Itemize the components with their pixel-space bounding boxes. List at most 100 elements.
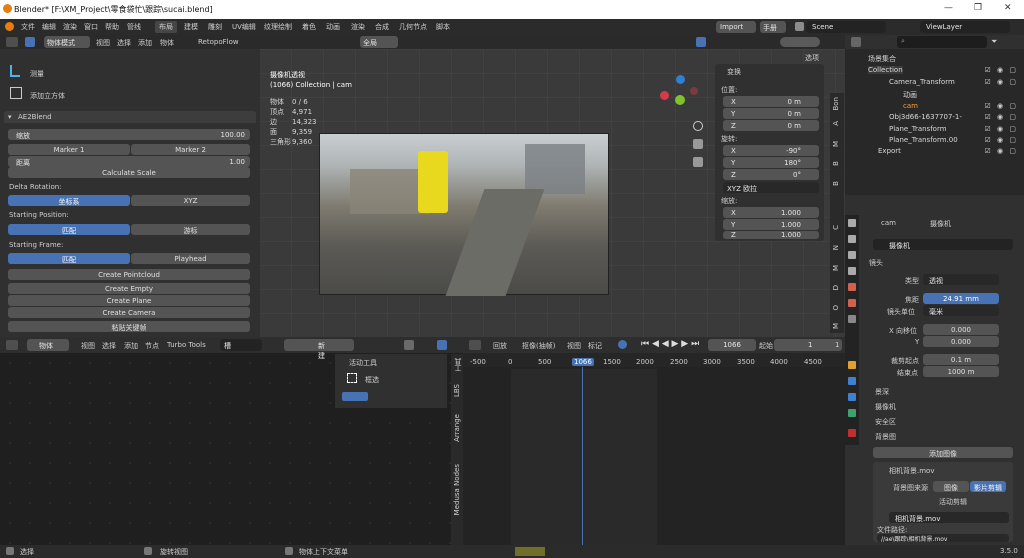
node-tab-tool[interactable]: 工具 bbox=[453, 358, 463, 372]
object-tab-icon[interactable] bbox=[848, 361, 856, 369]
shading-modes[interactable] bbox=[780, 37, 820, 47]
clip-name-field[interactable]: 相机背景.mov bbox=[889, 512, 1009, 523]
background-images-header[interactable]: 背景图 bbox=[875, 432, 896, 442]
add-cube-icon[interactable] bbox=[10, 87, 22, 99]
side-tab-bon[interactable]: Bon bbox=[832, 97, 840, 111]
add-image-button[interactable]: 添加图像 bbox=[873, 447, 1013, 458]
new-material-button[interactable]: 新建 bbox=[284, 339, 354, 360]
modifier-tab-icon[interactable] bbox=[848, 377, 856, 385]
visibility-icons[interactable]: ☑ ◉ ▢ bbox=[985, 66, 1018, 74]
menu-render[interactable]: 渲染 bbox=[63, 22, 77, 32]
source-image-button[interactable]: 图像 bbox=[933, 481, 969, 492]
texture-tab-icon[interactable] bbox=[848, 429, 856, 437]
menu-file[interactable]: 文件 bbox=[21, 22, 35, 32]
close-icon[interactable]: ✕ bbox=[1004, 3, 1012, 13]
outliner-scene-collection[interactable]: 场景集合 bbox=[868, 54, 896, 64]
node-type-select[interactable]: 物体 bbox=[27, 339, 69, 351]
box-select-icon[interactable] bbox=[347, 373, 357, 383]
tool-tab-icon[interactable] bbox=[848, 219, 856, 227]
end-frame-field[interactable]: 1 bbox=[835, 341, 839, 349]
location-z-field[interactable]: Z0 m bbox=[723, 120, 819, 131]
side-tab-b1[interactable]: B bbox=[832, 161, 840, 166]
visibility-icons[interactable]: ☑ ◉ ▢ bbox=[985, 113, 1018, 121]
node-editor[interactable]: 物体 视图 选择 添加 节点 Turbo Tools 槽 新建 活动工具 框选 … bbox=[0, 337, 463, 545]
physics-tab-icon[interactable] bbox=[848, 393, 856, 401]
playback-controls[interactable]: ⏮ ◀ ◀ ▶ ▶ ⏭ bbox=[641, 339, 699, 349]
slot-select[interactable]: 槽 bbox=[220, 339, 262, 351]
safe-areas-header[interactable]: 安全区 bbox=[875, 417, 896, 427]
menu-pipeline[interactable]: 管线 bbox=[127, 22, 141, 32]
node-menu-view[interactable]: 视图 bbox=[81, 341, 95, 351]
view-layer-tab-icon[interactable] bbox=[848, 267, 856, 275]
clip-end-field[interactable]: 1000 m bbox=[923, 366, 999, 377]
zoom-icon[interactable] bbox=[693, 121, 703, 131]
node-menu-select[interactable]: 选择 bbox=[102, 341, 116, 351]
transform-orientation[interactable]: 全局 bbox=[360, 36, 398, 48]
distance-field[interactable]: 距离 1.00 bbox=[8, 156, 250, 167]
menu-view[interactable]: 视图 bbox=[96, 38, 110, 48]
camera-view-icon[interactable] bbox=[693, 157, 703, 167]
marker2-button[interactable]: Marker 2 bbox=[131, 144, 250, 155]
node-editor-type-icon[interactable] bbox=[6, 340, 18, 350]
paste-keyframes-button[interactable]: 粘贴关键帧 bbox=[8, 321, 250, 332]
node-overlay-icon[interactable] bbox=[437, 340, 447, 350]
visibility-icons[interactable]: ☑ ◉ ▢ bbox=[985, 136, 1018, 144]
outliner-camera-transform[interactable]: Camera_Transform bbox=[889, 78, 955, 86]
editor-type-icon[interactable] bbox=[6, 37, 18, 47]
start-frame-field[interactable]: 1 bbox=[774, 339, 842, 351]
pan-hand-icon[interactable] bbox=[693, 139, 703, 149]
tab-sculpt[interactable]: 雕刻 bbox=[208, 22, 222, 32]
active-clip-toggle[interactable]: 活动剪辑 bbox=[939, 497, 967, 507]
camera-panel-header[interactable]: 摄像机 bbox=[875, 402, 896, 412]
timeline-editor-icon[interactable] bbox=[469, 340, 481, 350]
marker1-button[interactable]: Marker 1 bbox=[8, 144, 130, 155]
rotation-mode-select[interactable]: XYZ 欧拉 bbox=[723, 182, 819, 193]
delta-rotation-xyz-button[interactable]: XYZ bbox=[131, 195, 250, 206]
manual-button[interactable]: 手册 bbox=[760, 21, 786, 33]
outliner-editor-icon[interactable] bbox=[851, 37, 861, 47]
tl-menu-playback[interactable]: 回放 bbox=[493, 341, 507, 351]
dof-panel-header[interactable]: 景深 bbox=[875, 387, 889, 397]
start-pos-match-button[interactable]: 匹配 bbox=[8, 224, 130, 235]
navigation-gizmo[interactable] bbox=[660, 75, 700, 115]
side-tab-c[interactable]: C bbox=[832, 225, 840, 230]
tab-animation[interactable]: 动画 bbox=[326, 22, 340, 32]
node-menu-add[interactable]: 添加 bbox=[124, 341, 138, 351]
visibility-icons[interactable]: ☑ ◉ ▢ bbox=[985, 78, 1018, 86]
menu-add[interactable]: 添加 bbox=[138, 38, 152, 48]
filter-icon[interactable]: ⏷ bbox=[991, 37, 997, 47]
tab-uv[interactable]: UV编辑 bbox=[232, 22, 256, 32]
render-tab-icon[interactable] bbox=[848, 235, 856, 243]
visibility-icons[interactable]: ☑ ◉ ▢ bbox=[985, 102, 1018, 110]
collection-tab-icon[interactable] bbox=[848, 315, 856, 323]
tab-scripting[interactable]: 脚本 bbox=[436, 22, 450, 32]
visibility-icons[interactable]: ☑ ◉ ▢ bbox=[985, 125, 1018, 133]
tab-layout[interactable]: 布局 bbox=[155, 21, 177, 33]
outliner-search-input[interactable]: ⌕ bbox=[897, 36, 987, 48]
select-box-icon[interactable] bbox=[25, 37, 35, 47]
playhead-line[interactable] bbox=[582, 353, 583, 545]
measure-tool-label[interactable]: 测量 bbox=[30, 69, 44, 79]
menu-select[interactable]: 选择 bbox=[117, 38, 131, 48]
menu-retopoflow[interactable]: RetopoFlow bbox=[198, 38, 239, 46]
auto-key-icon[interactable] bbox=[618, 340, 627, 349]
tl-menu-keying[interactable]: 抠像(抽帧) bbox=[522, 341, 555, 351]
mode-selector[interactable]: 物体模式 bbox=[44, 36, 90, 48]
scale-y-field[interactable]: Y 1.000 bbox=[723, 219, 819, 230]
output-tab-icon[interactable] bbox=[848, 251, 856, 259]
outliner-export[interactable]: Export bbox=[878, 147, 901, 155]
menu-edit[interactable]: 编辑 bbox=[42, 22, 56, 32]
tab-shading[interactable]: 着色 bbox=[302, 22, 316, 32]
timeline[interactable]: 回放 抠像(抽帧) 视图 标记 ⏮ ◀ ◀ ▶ ▶ ⏭ 1066 起始 1 1 bbox=[463, 337, 845, 545]
menu-help[interactable]: 帮助 bbox=[105, 22, 119, 32]
node-tab-medusa[interactable]: Medusa Nodes bbox=[453, 464, 461, 515]
side-tab-m3[interactable]: M bbox=[832, 323, 840, 329]
visibility-icons[interactable]: ☑ ◉ ▢ bbox=[985, 147, 1018, 155]
outliner-collection[interactable]: Collection bbox=[868, 66, 903, 74]
rotation-z-field[interactable]: Z 0° bbox=[723, 169, 819, 180]
side-tab-m1[interactable]: M bbox=[832, 141, 840, 147]
add-cube-label[interactable]: 添加立方体 bbox=[30, 91, 65, 101]
3d-viewport[interactable]: 全局 选项 摄像机透视 (1066) Collection | cam 物体0 … bbox=[260, 35, 845, 337]
overlay-icon[interactable] bbox=[696, 37, 706, 47]
tl-menu-marker[interactable]: 标记 bbox=[588, 341, 602, 351]
